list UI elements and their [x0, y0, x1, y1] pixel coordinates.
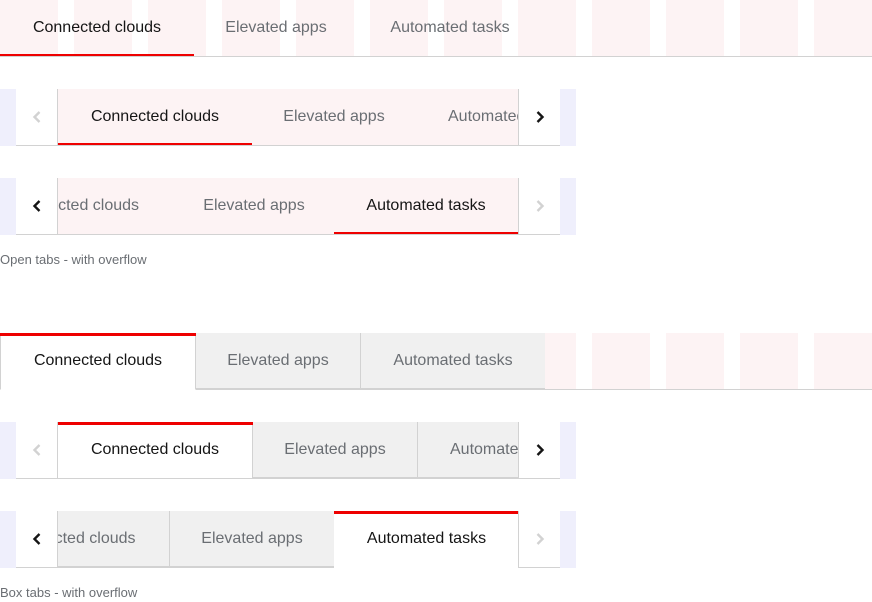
- tabs-baseline: [16, 145, 560, 146]
- tab-connected-clouds[interactable]: Connected clouds: [0, 0, 194, 57]
- scroll-right-button[interactable]: [519, 89, 560, 145]
- tabs-baseline: [196, 389, 872, 390]
- tabs-baseline: [519, 567, 560, 568]
- tab-label: Elevated apps: [201, 529, 303, 547]
- tabs-viewport: Connected clouds Elevated apps Automated…: [57, 178, 519, 235]
- open-tabs-scroll-start: Connected clouds Elevated apps Automated…: [0, 89, 576, 146]
- gutter: [560, 89, 576, 146]
- scroll-left-button[interactable]: [16, 511, 57, 567]
- tab-automated-tasks[interactable]: Automated tasks: [334, 511, 518, 568]
- gutter: [560, 178, 576, 235]
- gutter: [0, 422, 16, 479]
- scroll-right-button[interactable]: [519, 422, 560, 478]
- tab-elevated-apps[interactable]: Elevated apps: [252, 89, 416, 145]
- chevron-right-icon: [536, 111, 544, 123]
- tab-label: Connected clouds: [32, 19, 162, 36]
- tabs-viewport: Connected clouds Elevated apps Automated…: [57, 511, 519, 568]
- active-tab-indicator: [58, 422, 253, 425]
- chevron-right-icon: [536, 200, 544, 212]
- gutter: [560, 511, 576, 568]
- tab-elevated-apps[interactable]: Elevated apps: [172, 178, 336, 234]
- gutter: [0, 511, 16, 568]
- tab-label: Elevated apps: [284, 440, 386, 458]
- box-tabs-scroll-end: Connected clouds Elevated apps Automated…: [0, 511, 576, 568]
- tab-automated-tasks[interactable]: Automated tasks: [361, 333, 545, 389]
- tab-connected-clouds[interactable]: Connected clouds: [58, 422, 253, 479]
- tab-connected-clouds[interactable]: Connected clouds: [58, 511, 170, 567]
- tabs-baseline: [16, 567, 57, 568]
- tab-label: Connected clouds: [58, 197, 140, 214]
- tab-label: Elevated apps: [225, 19, 327, 36]
- tab-label: Automated tasks: [448, 108, 519, 125]
- tab-automated-tasks[interactable]: Automated tasks: [358, 0, 542, 56]
- tab-automated-tasks[interactable]: Automated tasks: [416, 89, 519, 145]
- scroll-right-button[interactable]: [519, 178, 560, 234]
- tab-label: Elevated apps: [227, 351, 329, 369]
- tab-elevated-apps[interactable]: Elevated apps: [253, 422, 418, 478]
- chevron-left-icon: [32, 200, 40, 212]
- tab-label: Elevated apps: [203, 197, 305, 214]
- tab-label: Connected clouds: [33, 352, 163, 369]
- gutter: [0, 89, 16, 146]
- scroll-left-button[interactable]: [16, 178, 57, 234]
- tabs-baseline: [16, 478, 560, 479]
- tab-label: Automated tasks: [366, 197, 486, 214]
- open-tabs-caption: Open tabs - with overflow: [0, 252, 147, 267]
- tab-label: Automated tasks: [393, 351, 513, 369]
- tab-label: Connected clouds: [58, 529, 136, 547]
- tab-label: Elevated apps: [283, 108, 385, 125]
- gutter: [560, 422, 576, 479]
- chevron-left-icon: [32, 533, 40, 545]
- tabs-viewport: Connected clouds Elevated apps Automated…: [57, 89, 519, 146]
- chevron-right-icon: [536, 533, 544, 545]
- tabs-viewport: Connected clouds Elevated apps Automated…: [57, 422, 519, 479]
- chevron-left-icon: [32, 111, 40, 123]
- scroll-left-button[interactable]: [16, 422, 57, 478]
- open-tabs-scroll-end: Connected clouds Elevated apps Automated…: [0, 178, 576, 235]
- tab-connected-clouds[interactable]: Connected clouds: [58, 178, 172, 234]
- box-tabs-scroll-start: Connected clouds Elevated apps Automated…: [0, 422, 576, 479]
- tab-label: Automated tasks: [450, 440, 519, 458]
- scroll-left-button[interactable]: [16, 89, 57, 145]
- chevron-right-icon: [536, 444, 544, 456]
- tab-elevated-apps[interactable]: Elevated apps: [196, 333, 361, 389]
- chevron-left-icon: [32, 444, 40, 456]
- box-tabs-full: Connected clouds Elevated apps Automated…: [0, 333, 872, 390]
- tab-connected-clouds[interactable]: Connected clouds: [0, 333, 196, 390]
- gutter: [0, 178, 16, 235]
- tabs-baseline: [16, 234, 560, 235]
- box-tabs-caption: Box tabs - with overflow: [0, 585, 138, 600]
- tab-label: Connected clouds: [90, 441, 220, 458]
- active-tab-indicator: [334, 511, 518, 514]
- active-tab-indicator: [0, 333, 196, 336]
- scroll-right-button[interactable]: [519, 511, 560, 567]
- tab-elevated-apps[interactable]: Elevated apps: [170, 511, 335, 567]
- open-tabs-full: Connected clouds Elevated apps Automated…: [0, 0, 872, 57]
- tab-label: Connected clouds: [90, 108, 220, 125]
- tabs-baseline: [57, 567, 334, 568]
- tab-elevated-apps[interactable]: Elevated apps: [194, 0, 358, 56]
- tab-label: Automated tasks: [390, 19, 510, 36]
- tab-connected-clouds[interactable]: Connected clouds: [58, 89, 252, 146]
- tabs-baseline: [0, 56, 872, 57]
- tab-automated-tasks[interactable]: Automated tasks: [418, 422, 519, 478]
- tab-automated-tasks[interactable]: Automated tasks: [334, 178, 518, 235]
- tab-label: Automated tasks: [366, 530, 487, 547]
